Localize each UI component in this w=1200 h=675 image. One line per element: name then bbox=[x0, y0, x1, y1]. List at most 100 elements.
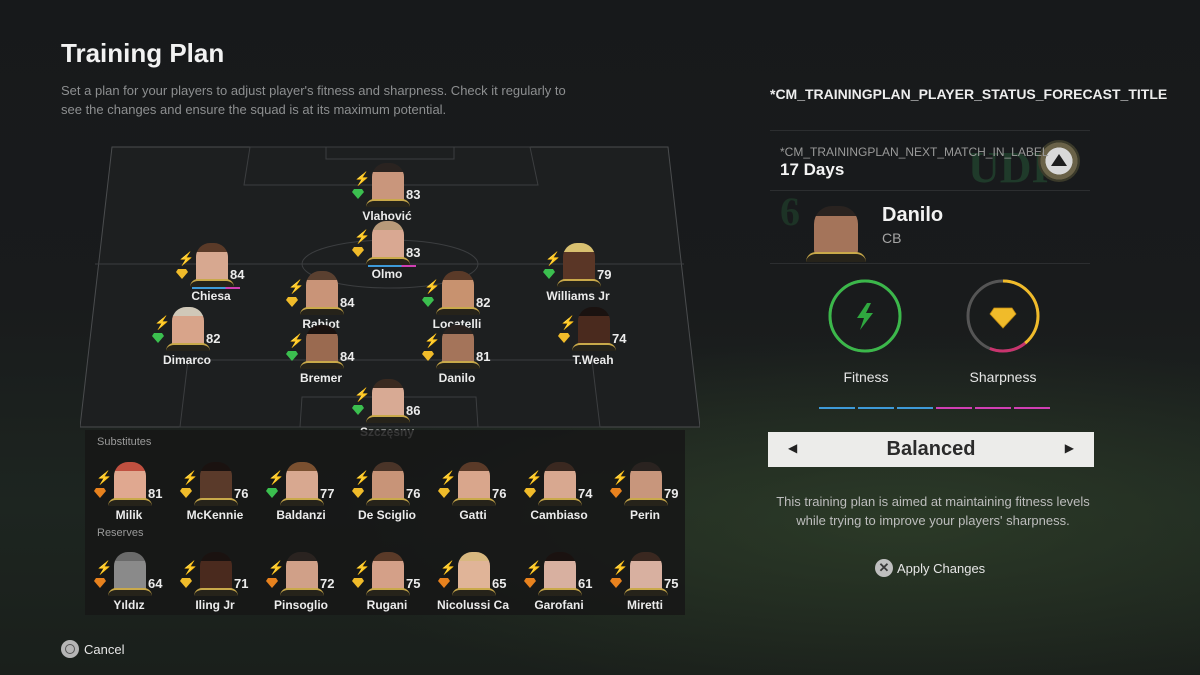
player-rating: 74 bbox=[612, 331, 627, 346]
player-shirt bbox=[108, 498, 152, 506]
sharpness-ring bbox=[966, 279, 1040, 353]
forecast-segment bbox=[897, 407, 933, 409]
player-rating: 74 bbox=[578, 486, 593, 501]
player-card[interactable]: ⚡ 81 Milik bbox=[86, 460, 172, 532]
player-rating: 83 bbox=[406, 245, 421, 260]
player-rating: 84 bbox=[230, 267, 245, 282]
circle-button-icon bbox=[61, 640, 79, 658]
sharpness-diamond-icon bbox=[989, 307, 1017, 329]
player-card[interactable]: ⚡ 76 De Sciglio bbox=[344, 460, 430, 532]
sharpness-diamond-icon bbox=[352, 578, 364, 588]
plan-description: This training plan is aimed at maintaini… bbox=[776, 494, 1090, 528]
selected-player-name: Danilo bbox=[882, 204, 944, 226]
player-shirt bbox=[436, 307, 480, 315]
player-card[interactable]: ⚡ 64 Yıldız bbox=[86, 550, 172, 622]
player-card[interactable]: ⚡ 76 Gatti bbox=[430, 460, 516, 532]
player-card[interactable]: ⚡ 75 Rugani bbox=[344, 550, 430, 622]
player-card[interactable]: ⚡ 71 Iling Jr bbox=[172, 550, 258, 622]
sharpness-diamond-icon bbox=[543, 269, 555, 279]
player-shirt bbox=[300, 307, 344, 315]
player-card[interactable]: ⚡ 79 Williams Jr bbox=[535, 241, 621, 313]
page-subtitle: Set a plan for your players to adjust pl… bbox=[61, 83, 566, 117]
fitness-ring bbox=[828, 279, 902, 353]
player-rating: 76 bbox=[406, 486, 421, 501]
player-shirt bbox=[300, 361, 344, 369]
sharpness-diamond-icon bbox=[438, 578, 450, 588]
player-card[interactable]: ⚡ 79 Perin bbox=[602, 460, 688, 532]
fitness-bolt-icon: ⚡ bbox=[424, 279, 441, 294]
player-rating: 65 bbox=[492, 576, 507, 591]
forecast-segment bbox=[1014, 407, 1050, 409]
selected-player-position: CB bbox=[882, 230, 902, 246]
sharpness-diamond-icon bbox=[524, 488, 536, 498]
player-card[interactable]: ⚡ 74 T.Weah bbox=[550, 305, 636, 377]
fitness-bolt-icon: ⚡ bbox=[526, 560, 543, 575]
player-card[interactable]: ⚡ 61 Garofani bbox=[516, 550, 602, 622]
sharpness-diamond-icon bbox=[286, 297, 298, 307]
fitness-bolt-icon: ⚡ bbox=[612, 560, 629, 575]
apply-changes-button[interactable]: ✕ Apply Changes bbox=[875, 559, 985, 577]
player-shirt bbox=[108, 588, 152, 596]
player-shirt bbox=[194, 588, 238, 596]
fitness-bolt-icon: ⚡ bbox=[182, 470, 199, 485]
fitness-bolt-icon: ⚡ bbox=[440, 560, 457, 575]
fitness-bolt-icon: ⚡ bbox=[154, 315, 171, 330]
player-card[interactable]: ⚡ 77 Baldanzi bbox=[258, 460, 344, 532]
player-shirt bbox=[366, 199, 410, 207]
selected-player-portrait bbox=[814, 206, 858, 256]
sharpness-diamond-icon bbox=[266, 488, 278, 498]
training-plan-selector[interactable]: ◀ Balanced ▶ bbox=[768, 432, 1094, 467]
player-card[interactable]: ⚡ 65 Nicolussi Ca bbox=[430, 550, 516, 622]
fitness-bolt-icon: ⚡ bbox=[288, 333, 305, 348]
bench-panel: Substitutes ⚡ 81 Milik ⚡ 76 McKennie ⚡ 77 Baldan… bbox=[85, 430, 685, 615]
player-rating: 84 bbox=[340, 295, 355, 310]
player-rating: 83 bbox=[406, 187, 421, 202]
player-shirt bbox=[194, 498, 238, 506]
cancel-button[interactable]: Cancel bbox=[61, 640, 124, 658]
sharpness-diamond-icon bbox=[422, 297, 434, 307]
cancel-label: Cancel bbox=[84, 641, 125, 657]
player-shirt bbox=[166, 343, 210, 351]
player-shirt bbox=[624, 588, 668, 596]
player-shirt bbox=[366, 588, 410, 596]
fitness-bolt-icon: ⚡ bbox=[526, 470, 543, 485]
fitness-bolt-icon: ⚡ bbox=[96, 560, 113, 575]
sharpness-diamond-icon bbox=[422, 351, 434, 361]
next-match-label: *CM_TRAININGPLAN_NEXT_MATCH_IN_LABEL bbox=[780, 145, 1049, 159]
player-shirt bbox=[572, 343, 616, 351]
player-shirt bbox=[366, 415, 410, 423]
forecast-segment bbox=[819, 407, 855, 409]
player-card[interactable]: ⚡ 76 McKennie bbox=[172, 460, 258, 532]
player-name: Perin bbox=[629, 508, 660, 522]
sharpness-diamond-icon bbox=[352, 189, 364, 199]
player-card[interactable]: ⚡ 72 Pinsoglio bbox=[258, 550, 344, 622]
player-shirt bbox=[538, 588, 582, 596]
player-shirt bbox=[280, 498, 324, 506]
player-shirt bbox=[280, 588, 324, 596]
training-plan-value: Balanced bbox=[886, 438, 976, 460]
fitness-bolt-icon: ⚡ bbox=[354, 229, 371, 244]
next-plan-arrow-icon[interactable]: ▶ bbox=[1065, 441, 1074, 455]
player-shirt bbox=[452, 498, 496, 506]
player-shirt bbox=[624, 498, 668, 506]
player-card[interactable]: ⚡ 84 Chiesa bbox=[168, 241, 254, 313]
player-name: T.Weah bbox=[572, 353, 614, 367]
fitness-bolt-icon: ⚡ bbox=[268, 560, 285, 575]
player-shirt bbox=[366, 498, 410, 506]
player-rating: 82 bbox=[476, 295, 491, 310]
player-shirt bbox=[366, 257, 410, 265]
apply-changes-label: Apply Changes bbox=[897, 560, 986, 576]
player-rating: 81 bbox=[148, 486, 163, 501]
sharpness-diamond-icon bbox=[558, 333, 570, 343]
player-rating: 61 bbox=[578, 576, 593, 591]
player-name: Miretti bbox=[627, 598, 663, 612]
fitness-label: Fitness bbox=[843, 369, 889, 385]
player-card[interactable]: ⚡ 82 Dimarco bbox=[144, 305, 230, 377]
sharpness-diamond-icon bbox=[352, 488, 364, 498]
divider bbox=[770, 130, 1090, 131]
substitutes-label: Substitutes bbox=[97, 436, 152, 448]
player-card[interactable]: ⚡ 75 Miretti bbox=[602, 550, 688, 622]
sharpness-diamond-icon bbox=[524, 578, 536, 588]
reserves-label: Reserves bbox=[97, 527, 144, 539]
player-card[interactable]: ⚡ 74 Cambiaso bbox=[516, 460, 602, 532]
